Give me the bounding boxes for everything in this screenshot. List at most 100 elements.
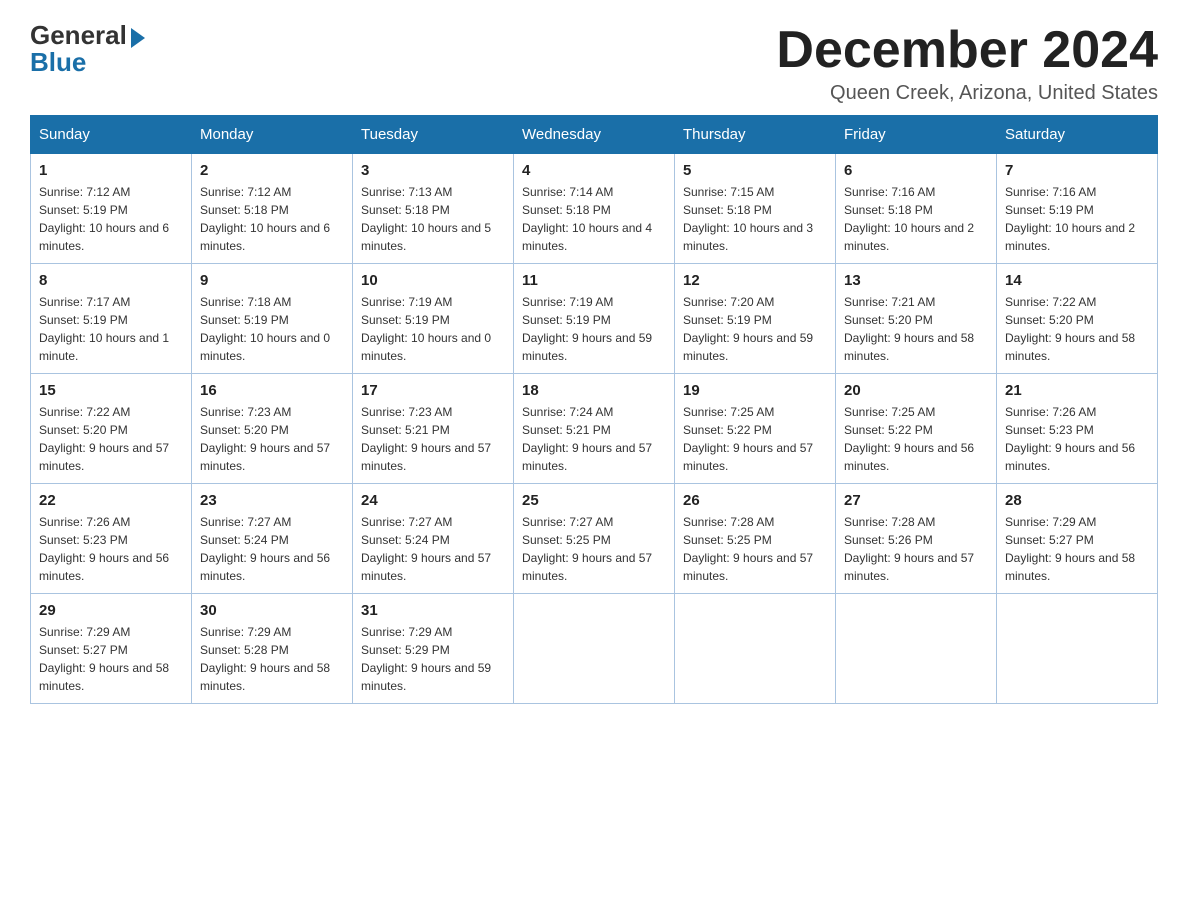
day-number: 29 <box>39 602 183 619</box>
calendar-cell: 30 Sunrise: 7:29 AMSunset: 5:28 PMDaylig… <box>192 594 353 704</box>
calendar-table: SundayMondayTuesdayWednesdayThursdayFrid… <box>30 115 1158 704</box>
day-number: 8 <box>39 272 183 289</box>
day-number: 22 <box>39 492 183 509</box>
day-info: Sunrise: 7:15 AMSunset: 5:18 PMDaylight:… <box>683 183 827 255</box>
calendar-cell: 11 Sunrise: 7:19 AMSunset: 5:19 PMDaylig… <box>514 264 675 374</box>
day-info: Sunrise: 7:27 AMSunset: 5:25 PMDaylight:… <box>522 513 666 585</box>
day-info: Sunrise: 7:22 AMSunset: 5:20 PMDaylight:… <box>39 403 183 475</box>
calendar-header-row: SundayMondayTuesdayWednesdayThursdayFrid… <box>31 116 1158 154</box>
calendar-cell: 14 Sunrise: 7:22 AMSunset: 5:20 PMDaylig… <box>997 264 1158 374</box>
day-info: Sunrise: 7:28 AMSunset: 5:26 PMDaylight:… <box>844 513 988 585</box>
day-info: Sunrise: 7:22 AMSunset: 5:20 PMDaylight:… <box>1005 293 1149 365</box>
day-number: 2 <box>200 162 344 179</box>
day-info: Sunrise: 7:13 AMSunset: 5:18 PMDaylight:… <box>361 183 505 255</box>
calendar-week-5: 29 Sunrise: 7:29 AMSunset: 5:27 PMDaylig… <box>31 594 1158 704</box>
calendar-cell <box>836 594 997 704</box>
day-info: Sunrise: 7:12 AMSunset: 5:18 PMDaylight:… <box>200 183 344 255</box>
calendar-cell: 25 Sunrise: 7:27 AMSunset: 5:25 PMDaylig… <box>514 484 675 594</box>
day-number: 21 <box>1005 382 1149 399</box>
calendar-cell: 29 Sunrise: 7:29 AMSunset: 5:27 PMDaylig… <box>31 594 192 704</box>
day-info: Sunrise: 7:16 AMSunset: 5:18 PMDaylight:… <box>844 183 988 255</box>
calendar-cell: 26 Sunrise: 7:28 AMSunset: 5:25 PMDaylig… <box>675 484 836 594</box>
day-number: 1 <box>39 162 183 179</box>
calendar-week-1: 1 Sunrise: 7:12 AMSunset: 5:19 PMDayligh… <box>31 154 1158 264</box>
day-info: Sunrise: 7:24 AMSunset: 5:21 PMDaylight:… <box>522 403 666 475</box>
day-number: 25 <box>522 492 666 509</box>
calendar-cell: 12 Sunrise: 7:20 AMSunset: 5:19 PMDaylig… <box>675 264 836 374</box>
day-info: Sunrise: 7:21 AMSunset: 5:20 PMDaylight:… <box>844 293 988 365</box>
page-header: General Blue December 2024 Queen Creek, … <box>30 20 1158 105</box>
day-info: Sunrise: 7:28 AMSunset: 5:25 PMDaylight:… <box>683 513 827 585</box>
logo-blue-text: Blue <box>30 47 86 78</box>
calendar-cell: 19 Sunrise: 7:25 AMSunset: 5:22 PMDaylig… <box>675 374 836 484</box>
calendar-cell: 7 Sunrise: 7:16 AMSunset: 5:19 PMDayligh… <box>997 154 1158 264</box>
day-header-sunday: Sunday <box>31 116 192 154</box>
title-section: December 2024 Queen Creek, Arizona, Unit… <box>776 20 1158 105</box>
day-info: Sunrise: 7:12 AMSunset: 5:19 PMDaylight:… <box>39 183 183 255</box>
day-info: Sunrise: 7:26 AMSunset: 5:23 PMDaylight:… <box>1005 403 1149 475</box>
day-header-friday: Friday <box>836 116 997 154</box>
day-info: Sunrise: 7:29 AMSunset: 5:29 PMDaylight:… <box>361 623 505 695</box>
calendar-cell: 27 Sunrise: 7:28 AMSunset: 5:26 PMDaylig… <box>836 484 997 594</box>
calendar-cell <box>514 594 675 704</box>
day-number: 10 <box>361 272 505 289</box>
calendar-week-4: 22 Sunrise: 7:26 AMSunset: 5:23 PMDaylig… <box>31 484 1158 594</box>
calendar-cell: 22 Sunrise: 7:26 AMSunset: 5:23 PMDaylig… <box>31 484 192 594</box>
calendar-subtitle: Queen Creek, Arizona, United States <box>776 82 1158 105</box>
calendar-cell: 8 Sunrise: 7:17 AMSunset: 5:19 PMDayligh… <box>31 264 192 374</box>
calendar-cell: 2 Sunrise: 7:12 AMSunset: 5:18 PMDayligh… <box>192 154 353 264</box>
calendar-cell: 18 Sunrise: 7:24 AMSunset: 5:21 PMDaylig… <box>514 374 675 484</box>
day-number: 26 <box>683 492 827 509</box>
calendar-cell: 23 Sunrise: 7:27 AMSunset: 5:24 PMDaylig… <box>192 484 353 594</box>
day-number: 4 <box>522 162 666 179</box>
day-info: Sunrise: 7:23 AMSunset: 5:21 PMDaylight:… <box>361 403 505 475</box>
day-info: Sunrise: 7:29 AMSunset: 5:27 PMDaylight:… <box>39 623 183 695</box>
calendar-cell: 17 Sunrise: 7:23 AMSunset: 5:21 PMDaylig… <box>353 374 514 484</box>
day-number: 23 <box>200 492 344 509</box>
day-number: 11 <box>522 272 666 289</box>
day-info: Sunrise: 7:27 AMSunset: 5:24 PMDaylight:… <box>200 513 344 585</box>
calendar-cell: 31 Sunrise: 7:29 AMSunset: 5:29 PMDaylig… <box>353 594 514 704</box>
calendar-cell: 6 Sunrise: 7:16 AMSunset: 5:18 PMDayligh… <box>836 154 997 264</box>
calendar-cell: 5 Sunrise: 7:15 AMSunset: 5:18 PMDayligh… <box>675 154 836 264</box>
day-number: 5 <box>683 162 827 179</box>
day-number: 9 <box>200 272 344 289</box>
day-info: Sunrise: 7:17 AMSunset: 5:19 PMDaylight:… <box>39 293 183 365</box>
day-number: 18 <box>522 382 666 399</box>
calendar-cell <box>675 594 836 704</box>
calendar-title: December 2024 <box>776 20 1158 80</box>
day-number: 14 <box>1005 272 1149 289</box>
day-info: Sunrise: 7:23 AMSunset: 5:20 PMDaylight:… <box>200 403 344 475</box>
day-info: Sunrise: 7:27 AMSunset: 5:24 PMDaylight:… <box>361 513 505 585</box>
day-info: Sunrise: 7:25 AMSunset: 5:22 PMDaylight:… <box>683 403 827 475</box>
day-info: Sunrise: 7:26 AMSunset: 5:23 PMDaylight:… <box>39 513 183 585</box>
day-info: Sunrise: 7:19 AMSunset: 5:19 PMDaylight:… <box>361 293 505 365</box>
day-info: Sunrise: 7:29 AMSunset: 5:27 PMDaylight:… <box>1005 513 1149 585</box>
day-header-monday: Monday <box>192 116 353 154</box>
day-number: 15 <box>39 382 183 399</box>
calendar-week-2: 8 Sunrise: 7:17 AMSunset: 5:19 PMDayligh… <box>31 264 1158 374</box>
logo: General Blue <box>30 20 145 78</box>
day-number: 30 <box>200 602 344 619</box>
day-number: 27 <box>844 492 988 509</box>
calendar-cell <box>997 594 1158 704</box>
calendar-cell: 21 Sunrise: 7:26 AMSunset: 5:23 PMDaylig… <box>997 374 1158 484</box>
logo-arrow-icon <box>131 28 145 48</box>
day-number: 3 <box>361 162 505 179</box>
day-info: Sunrise: 7:16 AMSunset: 5:19 PMDaylight:… <box>1005 183 1149 255</box>
day-info: Sunrise: 7:19 AMSunset: 5:19 PMDaylight:… <box>522 293 666 365</box>
day-number: 13 <box>844 272 988 289</box>
calendar-cell: 4 Sunrise: 7:14 AMSunset: 5:18 PMDayligh… <box>514 154 675 264</box>
calendar-cell: 16 Sunrise: 7:23 AMSunset: 5:20 PMDaylig… <box>192 374 353 484</box>
calendar-cell: 3 Sunrise: 7:13 AMSunset: 5:18 PMDayligh… <box>353 154 514 264</box>
calendar-cell: 20 Sunrise: 7:25 AMSunset: 5:22 PMDaylig… <box>836 374 997 484</box>
calendar-cell: 9 Sunrise: 7:18 AMSunset: 5:19 PMDayligh… <box>192 264 353 374</box>
day-info: Sunrise: 7:29 AMSunset: 5:28 PMDaylight:… <box>200 623 344 695</box>
calendar-cell: 15 Sunrise: 7:22 AMSunset: 5:20 PMDaylig… <box>31 374 192 484</box>
day-number: 19 <box>683 382 827 399</box>
day-number: 28 <box>1005 492 1149 509</box>
day-number: 16 <box>200 382 344 399</box>
day-number: 12 <box>683 272 827 289</box>
day-info: Sunrise: 7:18 AMSunset: 5:19 PMDaylight:… <box>200 293 344 365</box>
day-info: Sunrise: 7:25 AMSunset: 5:22 PMDaylight:… <box>844 403 988 475</box>
